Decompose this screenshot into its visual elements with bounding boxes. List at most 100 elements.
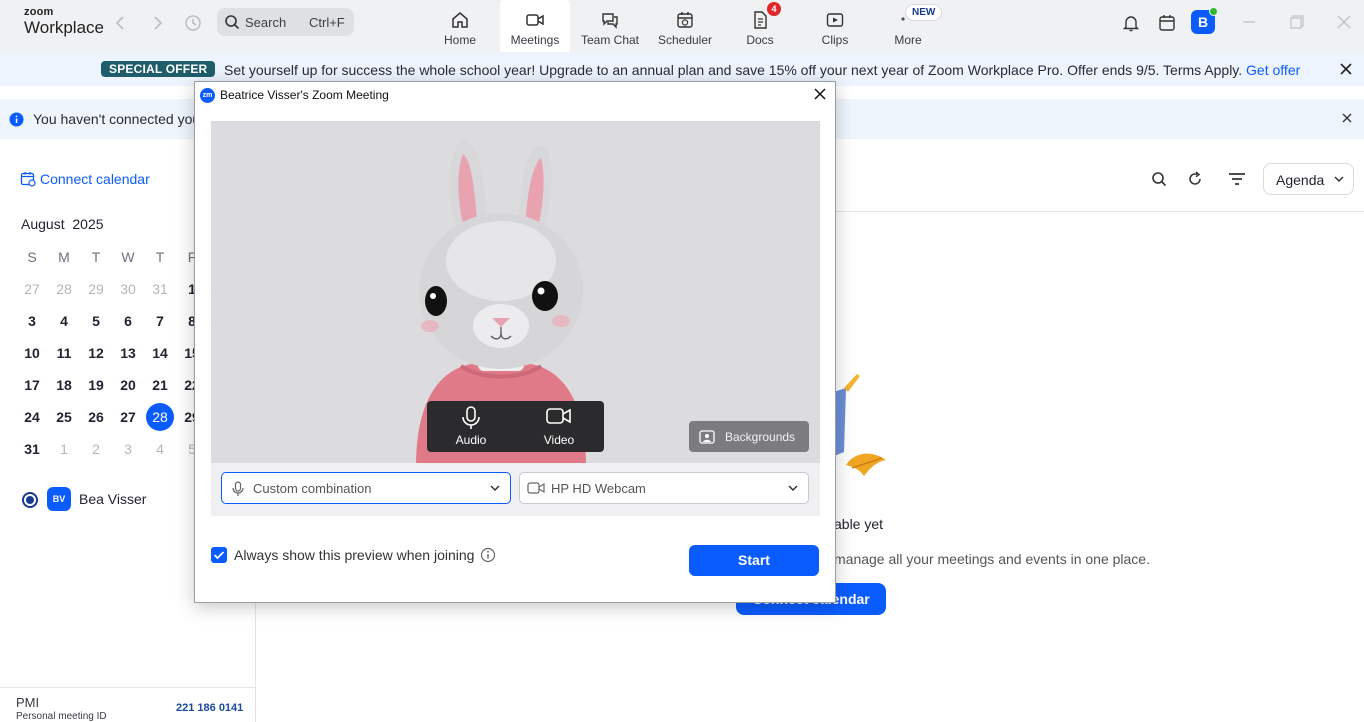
empty-state-title: able yet: [834, 516, 884, 532]
calendar-day[interactable]: 18: [48, 369, 80, 401]
calendar-day[interactable]: 5: [80, 305, 112, 337]
video-label: Video: [543, 433, 575, 447]
calendar-day[interactable]: 26: [80, 401, 112, 433]
calendar-day[interactable]: 31: [16, 433, 48, 465]
tab-more[interactable]: NEW More: [873, 0, 943, 52]
calendar-day[interactable]: 27: [16, 273, 48, 305]
calendar-day[interactable]: 21: [144, 369, 176, 401]
tab-team-chat[interactable]: Team Chat: [575, 0, 645, 52]
tab-meetings[interactable]: Meetings: [500, 0, 570, 52]
calendar-day[interactable]: 28: [48, 273, 80, 305]
pmi-label: PMI: [16, 695, 40, 710]
background-image-icon: [699, 430, 715, 444]
calendar-icon[interactable]: [1157, 13, 1177, 33]
tab-scheduler[interactable]: Scheduler: [650, 0, 720, 52]
notification-bell-icon[interactable]: [1121, 13, 1141, 33]
connect-calendar-label: Connect calendar: [40, 171, 150, 187]
calendar-day[interactable]: 3: [16, 305, 48, 337]
tab-home[interactable]: Home: [425, 0, 495, 52]
calendar-day[interactable]: 27: [112, 401, 144, 433]
pmi-sublabel: Personal meeting ID: [16, 711, 107, 722]
special-offer-pill: SPECIAL OFFER: [101, 61, 216, 77]
calendar-day[interactable]: 19: [80, 369, 112, 401]
pmi-section[interactable]: PMI Personal meeting ID 221 186 0141: [0, 687, 256, 722]
meeting-preview-dialog: zm Beatrice Visser's Zoom Meeting Audio …: [194, 81, 836, 603]
calendar-day-today[interactable]: 28: [146, 403, 174, 431]
always-show-preview-checkbox[interactable]: [211, 547, 227, 563]
user-radio[interactable]: [22, 492, 38, 508]
tab-label: Docs: [746, 33, 774, 47]
filter-icon[interactable]: [1228, 171, 1246, 187]
back-arrow-icon[interactable]: [111, 13, 131, 33]
dialog-header: zm Beatrice Visser's Zoom Meeting: [195, 82, 835, 108]
audio-button[interactable]: Audio: [427, 401, 515, 452]
tab-label: Clips: [821, 33, 849, 47]
microphone-icon: [460, 406, 482, 430]
info-icon[interactable]: [480, 547, 496, 563]
close-icon[interactable]: [1341, 112, 1353, 124]
calendar-day[interactable]: 30: [112, 273, 144, 305]
backgrounds-button[interactable]: Backgrounds: [689, 421, 809, 452]
search-box[interactable]: Search Ctrl+F: [217, 8, 354, 36]
calendar-day[interactable]: 24: [16, 401, 48, 433]
video-button[interactable]: Video: [515, 401, 603, 452]
logo-brand: zoom: [24, 6, 54, 18]
info-icon: [9, 112, 24, 127]
camera-select[interactable]: HP HD Webcam: [519, 472, 809, 504]
video-preview: Audio Video Backgrounds: [211, 121, 820, 463]
calendar-day[interactable]: 2: [80, 433, 112, 465]
avatar-initial: B: [1197, 14, 1209, 30]
promo-text: Set yourself up for success the whole sc…: [224, 62, 1300, 78]
calendar-day[interactable]: 29: [80, 273, 112, 305]
get-offer-link[interactable]: Get offer: [1246, 62, 1300, 78]
close-window-icon[interactable]: [1336, 14, 1352, 30]
calendar-day[interactable]: 4: [144, 433, 176, 465]
calendar-day[interactable]: 25: [48, 401, 80, 433]
pmi-number: 221 186 0141: [176, 702, 244, 714]
calendar-day[interactable]: 1: [48, 433, 80, 465]
microphone-icon: [231, 481, 245, 497]
calendar-day[interactable]: 13: [112, 337, 144, 369]
calendar-day[interactable]: 10: [16, 337, 48, 369]
chat-icon: [600, 10, 620, 30]
info-bar-text: You haven't connected your calendar: [33, 111, 195, 127]
audio-video-controls: Audio Video: [427, 401, 604, 452]
calendar-day[interactable]: 11: [48, 337, 80, 369]
camera-select-value: HP HD Webcam: [551, 481, 646, 496]
weekday-header: T: [91, 249, 101, 265]
close-icon[interactable]: [813, 87, 827, 101]
search-icon[interactable]: [1151, 171, 1167, 187]
calendar-day[interactable]: 4: [48, 305, 80, 337]
zoom-logo-icon: zm: [200, 88, 215, 103]
calendar-day[interactable]: 3: [112, 433, 144, 465]
calendar-clock-icon: [675, 10, 695, 30]
calendar-day[interactable]: 17: [16, 369, 48, 401]
weekday-header: T: [155, 249, 165, 265]
calendar-day[interactable]: 12: [80, 337, 112, 369]
microphone-select[interactable]: Custom combination: [221, 472, 511, 504]
view-select[interactable]: Agenda: [1263, 163, 1354, 195]
start-button[interactable]: Start: [689, 545, 819, 576]
empty-state-subtitle: manage all your meetings and events in o…: [834, 551, 1150, 567]
audio-label: Audio: [455, 433, 487, 447]
chevron-down-icon: [787, 483, 799, 493]
history-icon[interactable]: [183, 13, 203, 33]
calendar-day[interactable]: 7: [144, 305, 176, 337]
user-avatar[interactable]: B: [1191, 7, 1218, 34]
close-icon[interactable]: [1339, 62, 1353, 76]
tab-clips[interactable]: Clips: [800, 0, 870, 52]
calendar-day[interactable]: 31: [144, 273, 176, 305]
calendar-day[interactable]: 20: [112, 369, 144, 401]
tab-docs[interactable]: 4 Docs: [725, 0, 795, 52]
connect-calendar-link[interactable]: Connect calendar: [20, 171, 150, 187]
calendar-day[interactable]: 6: [112, 305, 144, 337]
calendar-day[interactable]: 14: [144, 337, 176, 369]
calendar-sync-icon: [20, 171, 36, 187]
forward-arrow-icon[interactable]: [147, 13, 167, 33]
online-status-dot: [1209, 7, 1218, 16]
maximize-window-icon[interactable]: [1289, 14, 1305, 30]
refresh-icon[interactable]: [1187, 171, 1203, 187]
minimize-window-icon[interactable]: [1241, 14, 1257, 30]
document-icon: [750, 10, 770, 30]
microphone-select-value: Custom combination: [253, 481, 372, 496]
